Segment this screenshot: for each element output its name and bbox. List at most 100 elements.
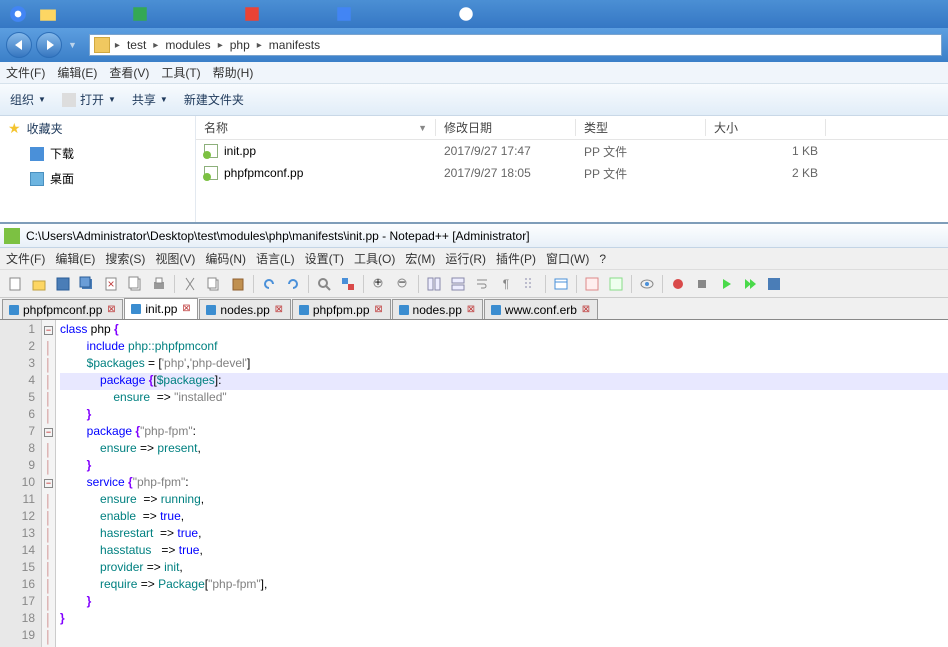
editor-tab[interactable]: nodes.pp⊠	[392, 299, 483, 319]
breadcrumb-item[interactable]: php	[228, 38, 252, 52]
code-line[interactable]: class php {	[60, 322, 948, 339]
task-icon-app1[interactable]	[126, 3, 154, 25]
code-line[interactable]: require => Package["php-fpm"],	[60, 577, 948, 594]
npp-menu-encoding[interactable]: 编码(N)	[205, 250, 246, 267]
back-button[interactable]	[6, 32, 32, 58]
share-button[interactable]: 共享 ▼	[132, 91, 168, 108]
code-line[interactable]: hasstatus => true,	[60, 543, 948, 560]
npp-menu-lang[interactable]: 语言(L)	[256, 250, 295, 267]
editor-tab[interactable]: phpfpmconf.pp⊠	[2, 299, 123, 319]
wrap-icon[interactable]	[471, 273, 493, 295]
editor-tab[interactable]: nodes.pp⊠	[199, 299, 290, 319]
code-line[interactable]: ensure => present,	[60, 441, 948, 458]
replace-icon[interactable]	[337, 273, 359, 295]
code-line[interactable]: }	[60, 407, 948, 424]
code-line[interactable]: }	[60, 594, 948, 611]
forward-button[interactable]	[36, 32, 62, 58]
code-line[interactable]: enable => true,	[60, 509, 948, 526]
code-line[interactable]: package {[$packages]:	[60, 373, 948, 390]
breadcrumb[interactable]: ▸ test ▸ modules ▸ php ▸ manifests	[89, 34, 942, 56]
npp-menu-macro[interactable]: 宏(M)	[405, 250, 435, 267]
npp-menu-window[interactable]: 窗口(W)	[546, 250, 589, 267]
code-line[interactable]: include php::phpfpmconf	[60, 339, 948, 356]
dropdown-icon[interactable]: ▼	[68, 40, 77, 50]
close-tab-icon[interactable]: ⊠	[374, 305, 384, 315]
sidebar-desktop[interactable]: 桌面	[0, 166, 195, 191]
task-icon-folder[interactable]	[34, 3, 62, 25]
indent-guide-icon[interactable]	[519, 273, 541, 295]
stop-icon[interactable]	[691, 273, 713, 295]
sidebar-downloads[interactable]: 下载	[0, 141, 195, 166]
menu-help[interactable]: 帮助(H)	[213, 64, 254, 81]
close-all-icon[interactable]	[124, 273, 146, 295]
menu-file[interactable]: 文件(F)	[6, 64, 45, 81]
save-icon[interactable]	[52, 273, 74, 295]
task-icon-app3[interactable]	[330, 3, 358, 25]
save-all-icon[interactable]	[76, 273, 98, 295]
menu-view[interactable]: 查看(V)	[109, 64, 149, 81]
file-row[interactable]: phpfpmconf.pp2017/9/27 18:05PP 文件2 KB	[196, 162, 948, 184]
organize-button[interactable]: 组织 ▼	[10, 91, 46, 108]
npp-menu-edit[interactable]: 编辑(E)	[55, 250, 95, 267]
npp-menu-run[interactable]: 运行(R)	[445, 250, 486, 267]
record-icon[interactable]	[667, 273, 689, 295]
zoom-out-icon[interactable]: −	[392, 273, 414, 295]
sidebar-favorites[interactable]: ★收藏夹	[0, 116, 195, 141]
print-icon[interactable]	[148, 273, 170, 295]
code-line[interactable]: }	[60, 458, 948, 475]
code-line[interactable]: service {"php-fpm":	[60, 475, 948, 492]
breadcrumb-item[interactable]: modules	[163, 38, 212, 52]
npp-menu-tools[interactable]: 工具(O)	[354, 250, 395, 267]
fold-toggle-icon[interactable]: −	[44, 479, 53, 488]
breadcrumb-item[interactable]: manifests	[267, 38, 322, 52]
find-icon[interactable]	[313, 273, 335, 295]
paste-icon[interactable]	[227, 273, 249, 295]
sync-h-icon[interactable]	[447, 273, 469, 295]
breadcrumb-item[interactable]: test	[125, 38, 148, 52]
close-tab-icon[interactable]: ⊠	[274, 305, 284, 315]
editor-tab[interactable]: phpfpm.pp⊠	[292, 299, 391, 319]
col-name[interactable]: 名称▼	[196, 119, 436, 136]
close-icon[interactable]: ×	[100, 273, 122, 295]
code-line[interactable]: ensure => "installed"	[60, 390, 948, 407]
npp-menu-plugins[interactable]: 插件(P)	[496, 250, 536, 267]
new-file-icon[interactable]	[4, 273, 26, 295]
close-tab-icon[interactable]: ⊠	[181, 304, 191, 314]
open-file-icon[interactable]	[28, 273, 50, 295]
fold-toggle-icon[interactable]: −	[44, 428, 53, 437]
task-icon-browser[interactable]	[4, 3, 32, 25]
open-button[interactable]: 打开 ▼	[62, 91, 116, 108]
cut-icon[interactable]	[179, 273, 201, 295]
close-tab-icon[interactable]: ⊠	[466, 305, 476, 315]
npp-menu-view[interactable]: 视图(V)	[155, 250, 195, 267]
npp-menu-help[interactable]: ?	[599, 252, 606, 266]
sync-v-icon[interactable]	[423, 273, 445, 295]
zoom-in-icon[interactable]: +	[368, 273, 390, 295]
npp-menu-file[interactable]: 文件(F)	[6, 250, 45, 267]
col-type[interactable]: 类型	[576, 119, 706, 136]
task-icon-app4[interactable]	[452, 3, 480, 25]
npp-menu-settings[interactable]: 设置(T)	[305, 250, 344, 267]
menu-tools[interactable]: 工具(T)	[161, 64, 200, 81]
code-area[interactable]: class php { include php::phpfpmconf $pac…	[56, 320, 948, 647]
file-row[interactable]: init.pp2017/9/27 17:47PP 文件1 KB	[196, 140, 948, 162]
show-all-icon[interactable]: ¶	[495, 273, 517, 295]
code-line[interactable]: provider => init,	[60, 560, 948, 577]
close-tab-icon[interactable]: ⊠	[106, 305, 116, 315]
code-line[interactable]: package {"php-fpm":	[60, 424, 948, 441]
copy-icon[interactable]	[203, 273, 225, 295]
close-tab-icon[interactable]: ⊠	[581, 305, 591, 315]
newfolder-button[interactable]: 新建文件夹	[184, 91, 244, 108]
menu-edit[interactable]: 编辑(E)	[57, 64, 97, 81]
editor-tab[interactable]: www.conf.erb⊠	[484, 299, 598, 319]
col-size[interactable]: 大小	[706, 119, 826, 136]
code-line[interactable]: $packages = ['php','php-devel']	[60, 356, 948, 373]
monitor-icon[interactable]	[636, 273, 658, 295]
func-list-icon[interactable]	[581, 273, 603, 295]
play-multi-icon[interactable]	[739, 273, 761, 295]
npp-menu-search[interactable]: 搜索(S)	[105, 250, 145, 267]
redo-icon[interactable]	[282, 273, 304, 295]
folder-tree-icon[interactable]	[605, 273, 627, 295]
fold-toggle-icon[interactable]: −	[44, 326, 53, 335]
task-icon-app2[interactable]	[238, 3, 266, 25]
